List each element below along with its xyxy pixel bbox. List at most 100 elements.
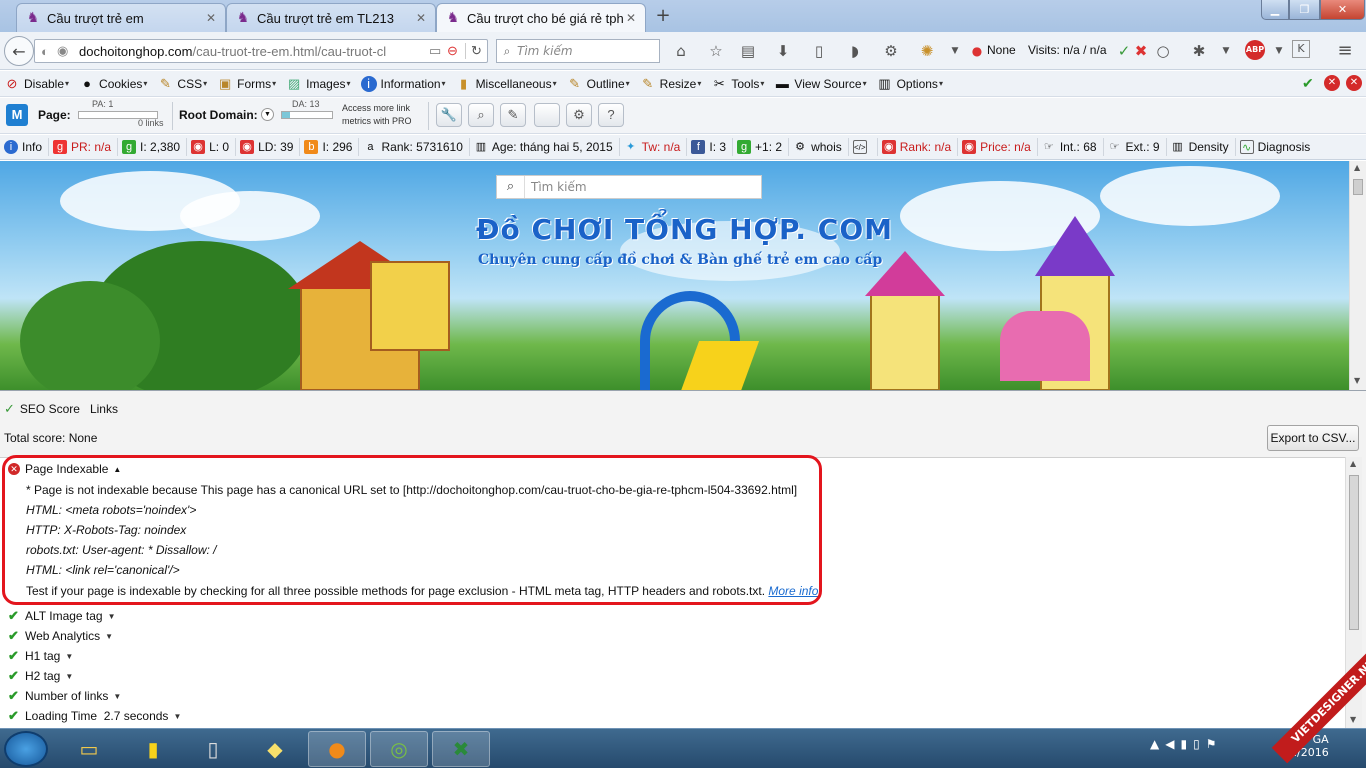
close-toolbar-icon[interactable]: ✕ [1346,75,1362,91]
chevron-down-icon[interactable]: ▼ [944,40,966,62]
wd-resize-menu[interactable]: ✎ Resize ▾ [640,76,701,92]
tab-links[interactable]: Links [90,402,118,416]
seo-alexa-rank[interactable]: a Rank: 5731610 [359,138,470,156]
network-icon[interactable]: ▮ [1180,737,1187,751]
scrollbar-thumb[interactable] [1349,475,1359,630]
wd-tools-menu[interactable]: ✂ Tools ▾ [711,76,764,92]
gear-icon[interactable]: ⚙ [880,40,902,62]
seo-external-links[interactable]: ☞ Ext.: 9 [1104,138,1167,156]
export-csv-button[interactable]: Export to CSV... [1267,425,1359,451]
bug-icon[interactable]: ✱ [1188,40,1210,62]
reload-icon[interactable]: ↻ [465,43,487,59]
close-icon[interactable]: ✕ [623,11,639,25]
seo-price[interactable]: ◉ Price: n/a [958,138,1038,156]
seo-google-index[interactable]: g I: 2,380 [118,138,188,156]
seo-facebook[interactable]: f I: 3 [687,138,734,156]
start-button[interactable] [4,731,48,767]
check-web-analytics[interactable]: ✔ Web Analytics ▼ [8,628,113,644]
close-icon[interactable]: ✕ [1324,75,1340,91]
sticky-notes-icon[interactable]: ◆ [246,731,304,767]
site-search-input[interactable]: ⌕ Tìm kiếm [496,175,762,199]
seo-density[interactable]: ▥ Density [1167,138,1236,156]
page-scrollbar[interactable]: ▲ ▼ [1349,161,1366,390]
wd-forms-menu[interactable]: ▣ Forms ▾ [217,76,276,92]
firefox-icon[interactable]: ● [308,731,366,767]
check-loading-time[interactable]: ✔ Loading Time 2.7 seconds ▼ [8,708,181,724]
seo-internal-links[interactable]: ☞ Int.: 68 [1038,138,1104,156]
help-icon[interactable]: ? [598,103,624,127]
chevron-down-icon[interactable]: ▼ [1268,40,1290,62]
search-bar[interactable]: ⌕ Tìm kiếm [496,39,660,63]
addon-icon[interactable]: ✺ [916,40,938,62]
chevron-down-icon[interactable]: ▼ [261,108,274,121]
scrollbar-thumb[interactable] [1353,179,1363,195]
chevron-down-icon[interactable]: ▼ [1215,40,1237,62]
chat-icon[interactable]: ○ [1152,40,1174,62]
adblock-icon[interactable]: ABP [1245,40,1265,60]
k-addon-icon[interactable]: K [1292,40,1310,58]
close-icon[interactable]: ✕ [413,11,429,25]
gear-icon[interactable]: ⚙ [566,103,592,127]
wd-css-menu[interactable]: ✎ CSS ▾ [157,76,207,92]
wd-cookies-menu[interactable]: ● Cookies ▾ [79,76,147,92]
url-bar[interactable]: ◐ ◉ dochoitonghop.com/cau-truot-tre-em.h… [34,39,488,63]
search-icon[interactable]: ⌕ [468,103,494,127]
wd-disable-menu[interactable]: ⊘ Disable ▾ [4,76,70,92]
seo-links[interactable]: ◉ L: 0 [187,138,237,156]
dropdown-icon[interactable]: ▭ [429,43,447,59]
check-icon[interactable]: ✔ [1302,75,1314,92]
check-h1-tag[interactable]: ✔ H1 tag ▼ [8,648,73,664]
check-h2-tag[interactable]: ✔ H2 tag ▼ [8,668,73,684]
notes-app-icon[interactable]: ▮ [124,731,182,767]
seo-whois[interactable]: ⚙ whois [789,138,849,156]
wd-options-menu[interactable]: ▥ Options ▾ [877,76,943,92]
power-icon[interactable]: ▯ [1193,737,1200,751]
highlighter-icon[interactable]: ✎ [500,103,526,127]
restore-button[interactable]: ❐ [1289,0,1320,20]
check-alt-image[interactable]: ✔ ALT Image tag ▼ [8,608,116,624]
document-icon[interactable]: ▯ [808,40,830,62]
wd-images-menu[interactable]: ▨ Images ▾ [286,76,351,92]
explorer-icon[interactable]: ▭ [60,731,118,767]
close-window-button[interactable]: ✕ [1320,0,1365,20]
home-icon[interactable]: ⌂ [670,40,692,62]
mask-icon[interactable]: ◗ [844,40,866,62]
stop-icon[interactable]: ⊖ [447,43,465,59]
tab-1[interactable]: ♞ Cầu trượt trẻ em ✕ [16,3,226,32]
seo-info[interactable]: i Info [0,138,50,156]
phone-app-icon[interactable]: ▯ [184,731,242,767]
seo-diagnosis[interactable]: ∿ Diagnosis [1236,138,1317,156]
reading-list-icon[interactable]: ▤ [737,40,759,62]
seo-twitter[interactable]: ✦ Tw: n/a [620,138,688,156]
wd-misc-menu[interactable]: ▮ Miscellaneous ▾ [456,76,557,92]
close-icon[interactable]: ✕ [203,11,219,25]
download-icon[interactable]: ⬇ [772,40,794,62]
minimize-button[interactable]: ▁ [1261,0,1289,20]
seo-semrush-rank[interactable]: ◉ Rank: n/a [878,138,959,156]
check-number-of-links[interactable]: ✔ Number of links ▼ [8,688,121,704]
seo-link-domains[interactable]: ◉ LD: 39 [236,138,301,156]
blank-button-icon[interactable] [534,103,560,127]
star-icon[interactable]: ☆ [705,40,727,62]
tab-3-active[interactable]: ♞ Cầu trượt cho bé giá rẻ tph... ✕ [436,3,646,32]
seo-google-plus[interactable]: g +1: 2 [733,138,790,156]
menu-icon[interactable]: ≡ [1334,40,1356,62]
site-title[interactable]: Đồ CHƠI TỔNG HỢP. COM [476,213,893,246]
wrench-icon[interactable]: 🔧 [436,103,462,127]
chevron-up-icon[interactable]: ▲ [1150,737,1159,751]
wd-outline-menu[interactable]: ✎ Outline ▾ [567,76,630,92]
seo-source[interactable]: </> [849,138,878,156]
tab-seo-score[interactable]: SEO Score [20,402,80,416]
back-button[interactable]: ← [4,36,34,66]
more-info-link[interactable]: More info [768,584,818,598]
seo-age[interactable]: ▥ Age: tháng hai 5, 2015 [470,138,620,156]
wd-view-source-menu[interactable]: ▬ View Source ▾ [774,76,867,92]
cross-icon[interactable]: ✖ [1130,40,1152,62]
coccoc-icon[interactable]: ◎ [370,731,428,767]
volume-icon[interactable]: ◀ [1165,737,1174,751]
wd-information-menu[interactable]: i Information ▾ [360,75,446,92]
seo-bing-index[interactable]: b I: 296 [300,138,360,156]
access-more-text[interactable]: Access more link metrics with PRO [342,102,412,128]
seo-pagerank[interactable]: g PR: n/a [49,138,119,156]
flag-icon[interactable]: ⚑ [1206,737,1217,751]
